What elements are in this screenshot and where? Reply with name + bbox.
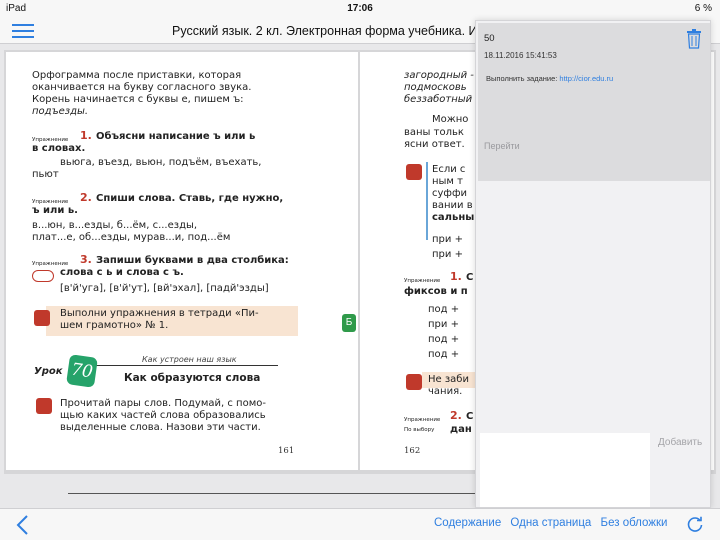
- back-chevron-icon[interactable]: [14, 515, 32, 535]
- note-link[interactable]: http://cior.edu.ru: [559, 74, 613, 83]
- status-bar: iPad 17:06 6 %: [0, 0, 720, 18]
- right-text: подмосковь: [404, 82, 467, 93]
- note-text: чания.: [428, 386, 463, 397]
- exercise-number: 2.: [80, 191, 92, 204]
- rule-text: сальны: [432, 212, 475, 223]
- morpheme-row: под +: [428, 349, 460, 360]
- exercise-text: Запиши буквами в два столбика:: [96, 255, 289, 266]
- exercise-text: С: [466, 272, 474, 283]
- read-task-text: выделенные слова. Назови эти части.: [60, 422, 261, 433]
- exercise-number: 2.: [450, 409, 462, 422]
- exercise-text: ъ или ь.: [32, 205, 78, 216]
- exercise-words: в...юн, в...езды, б...ём, с...езды,: [32, 220, 198, 231]
- exercise-text: Спиши слова. Ставь, где нужно,: [96, 193, 284, 204]
- notes-popover: 50 18.11.2016 15:41:53 Выполнить задание…: [475, 20, 711, 508]
- exercise-words: [в'й'уга], [в'й'ут], [вй'эхал], [падй'эз…: [60, 283, 269, 294]
- exercise-number: 3.: [80, 253, 92, 266]
- rule-text: суффи: [432, 188, 468, 199]
- exercise-words: вьюга, въезд, вьюн, подъём, въехать,: [60, 157, 262, 168]
- lesson-title: Как образуются слова: [124, 372, 261, 384]
- page-slider[interactable]: [68, 493, 486, 494]
- exercise-number: 1.: [80, 129, 92, 142]
- right-text: ясни ответ.: [404, 139, 465, 150]
- morpheme-row: при +: [432, 234, 463, 245]
- lesson-word: Урок: [34, 366, 63, 377]
- exercise-text: слова с ь и слова с ъ.: [60, 267, 184, 278]
- page-audio-button[interactable]: Б: [342, 314, 356, 332]
- lesson-divider: [94, 365, 278, 366]
- rule-text: Если с: [432, 164, 466, 175]
- rule-text: ным т: [432, 176, 463, 187]
- exercise-text: фиксов и п: [404, 286, 468, 297]
- exercise-text: С: [466, 411, 474, 422]
- clock: 17:06: [347, 3, 373, 14]
- morpheme-row: под +: [428, 304, 460, 315]
- menu-icon[interactable]: [12, 22, 36, 40]
- lesson-number-badge: 70: [66, 354, 98, 388]
- right-text: ваны тольк: [404, 127, 464, 138]
- exercise-text: в словах.: [32, 143, 86, 154]
- exercise-number: 1.: [450, 270, 462, 283]
- note-count: 50: [484, 33, 495, 44]
- read-task-text: щью каких частей слова образовались: [60, 410, 266, 421]
- rule-icon: [406, 164, 422, 180]
- exercise-text: дан: [450, 424, 472, 435]
- morpheme-row: при +: [428, 319, 459, 330]
- page-number-right: 162: [404, 446, 421, 456]
- notebook-icon: [406, 374, 422, 390]
- exercise-words: плат...е, об...езды, мурав...и, под...ём: [32, 232, 231, 243]
- note-datetime: 18.11.2016 15:41:53: [484, 51, 557, 60]
- refresh-icon[interactable]: [686, 516, 704, 534]
- trash-icon[interactable]: [686, 29, 702, 49]
- rule-line-3: Корень начинается с буквы е, пишем ъ:: [32, 94, 244, 105]
- exercise-text: Объясни написание ъ или ь: [96, 131, 256, 142]
- battery-level: 6 %: [694, 3, 712, 14]
- read-task-text: Прочитай пары слов. Подумай, с помо-: [60, 398, 266, 409]
- homework-text: шем грамотно» № 1.: [60, 320, 169, 331]
- single-page-button[interactable]: Одна страница: [510, 517, 591, 529]
- contents-button[interactable]: Содержание: [434, 517, 501, 529]
- right-text: беззаботный: [404, 94, 473, 105]
- exercise-choice-label: По выбору: [404, 427, 435, 433]
- rule-line-2: оканчивается на букву согласного звука.: [32, 82, 252, 93]
- notebook-icon: [34, 310, 50, 326]
- no-cover-button[interactable]: Без обложки: [601, 517, 668, 529]
- note-text: Не заби: [428, 374, 469, 385]
- rule-line-4: подъезды.: [32, 106, 89, 117]
- right-text: Можно: [432, 114, 469, 125]
- read-task-icon: [36, 398, 52, 414]
- note-text-prefix: Выполнить задание:: [486, 74, 560, 83]
- book-title: Русский язык. 2 кл. Электронная форма уч…: [172, 24, 484, 38]
- bottom-toolbar: Содержание Одна страница Без обложки: [0, 508, 720, 540]
- page-number-left: 161: [278, 446, 295, 456]
- rule-text: вании в: [432, 200, 473, 211]
- homework-text: Выполни упражнения в тетради «Пи-: [60, 308, 259, 319]
- rule-line-1: Орфограмма после приставки, которая: [32, 70, 242, 81]
- bottom-links: Содержание Одна страница Без обложки: [434, 517, 673, 529]
- exercise-words: пьют: [32, 169, 59, 180]
- right-text: загородный -: [404, 70, 474, 81]
- morpheme-row: при +: [432, 249, 463, 260]
- morpheme-row: под +: [428, 334, 460, 345]
- note-text: Выполнить задание: http://cior.edu.ru: [486, 74, 613, 83]
- note-input[interactable]: [480, 433, 650, 507]
- bicycle-icon: [32, 270, 54, 282]
- page-left: Орфограмма после приставки, которая окан…: [6, 52, 358, 470]
- note-card[interactable]: 50 18.11.2016 15:41:53 Выполнить задание…: [478, 23, 710, 181]
- go-button[interactable]: Перейти: [484, 141, 520, 151]
- add-note-button[interactable]: Добавить: [658, 437, 702, 448]
